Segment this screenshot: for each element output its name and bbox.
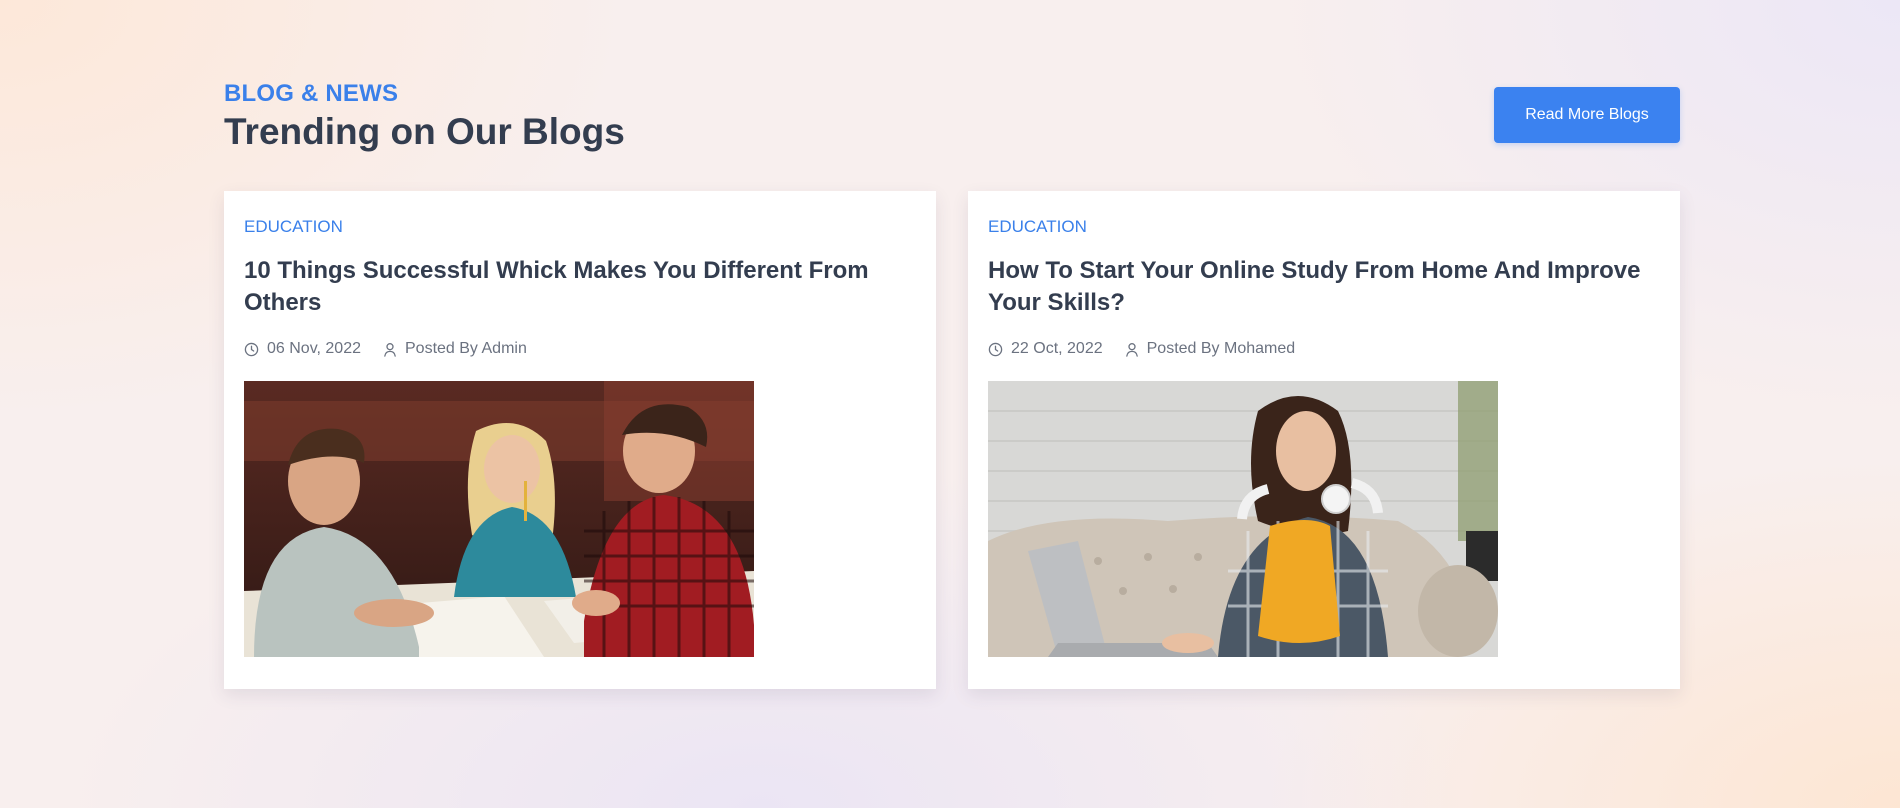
post-title-link[interactable]: How To Start Your Online Study From Home… — [988, 255, 1648, 319]
post-category-link[interactable]: EDUCATION — [988, 217, 1087, 237]
post-date: 06 Nov, 2022 — [244, 340, 361, 358]
post-title-link[interactable]: 10 Things Successful Whick Makes You Dif… — [244, 255, 904, 319]
post-category-link[interactable]: EDUCATION — [244, 217, 343, 237]
user-icon — [1125, 342, 1138, 357]
post-meta: 06 Nov, 2022 Posted By Admin — [244, 339, 916, 359]
students-studying-image — [244, 381, 754, 657]
post-date-text: 06 Nov, 2022 — [267, 340, 361, 357]
post-thumbnail[interactable] — [244, 381, 754, 657]
post-author-text: Posted By Mohamed — [1146, 340, 1296, 357]
user-icon — [384, 342, 396, 357]
blog-card: EDUCATION How To Start Your Online Study… — [968, 191, 1680, 689]
woman-laptop-image — [988, 381, 1498, 657]
post-thumbnail[interactable] — [988, 381, 1498, 657]
section-header: BLOG & NEWS Trending on Our Blogs Read M… — [224, 0, 1680, 190]
clock-icon — [988, 342, 1003, 356]
blog-card: EDUCATION 10 Things Successful Whick Mak… — [224, 191, 936, 689]
read-more-blogs-button[interactable]: Read More Blogs — [1494, 87, 1680, 143]
post-author: Posted By Admin — [383, 340, 527, 358]
post-date-text: 22 Oct, 2022 — [1011, 340, 1103, 357]
post-author-text: Posted By Admin — [405, 340, 527, 357]
post-date: 22 Oct, 2022 — [988, 340, 1103, 358]
section-title: Trending on Our Blogs — [224, 111, 625, 152]
clock-icon — [244, 342, 259, 356]
blog-cards: EDUCATION 10 Things Successful Whick Mak… — [224, 191, 1680, 689]
blog-section: BLOG & NEWS Trending on Our Blogs Read M… — [224, 0, 1680, 689]
section-kicker: BLOG & NEWS — [224, 80, 399, 107]
post-author: Posted By Mohamed — [1125, 340, 1296, 358]
post-meta: 22 Oct, 2022 Posted By Mohamed — [988, 339, 1660, 359]
